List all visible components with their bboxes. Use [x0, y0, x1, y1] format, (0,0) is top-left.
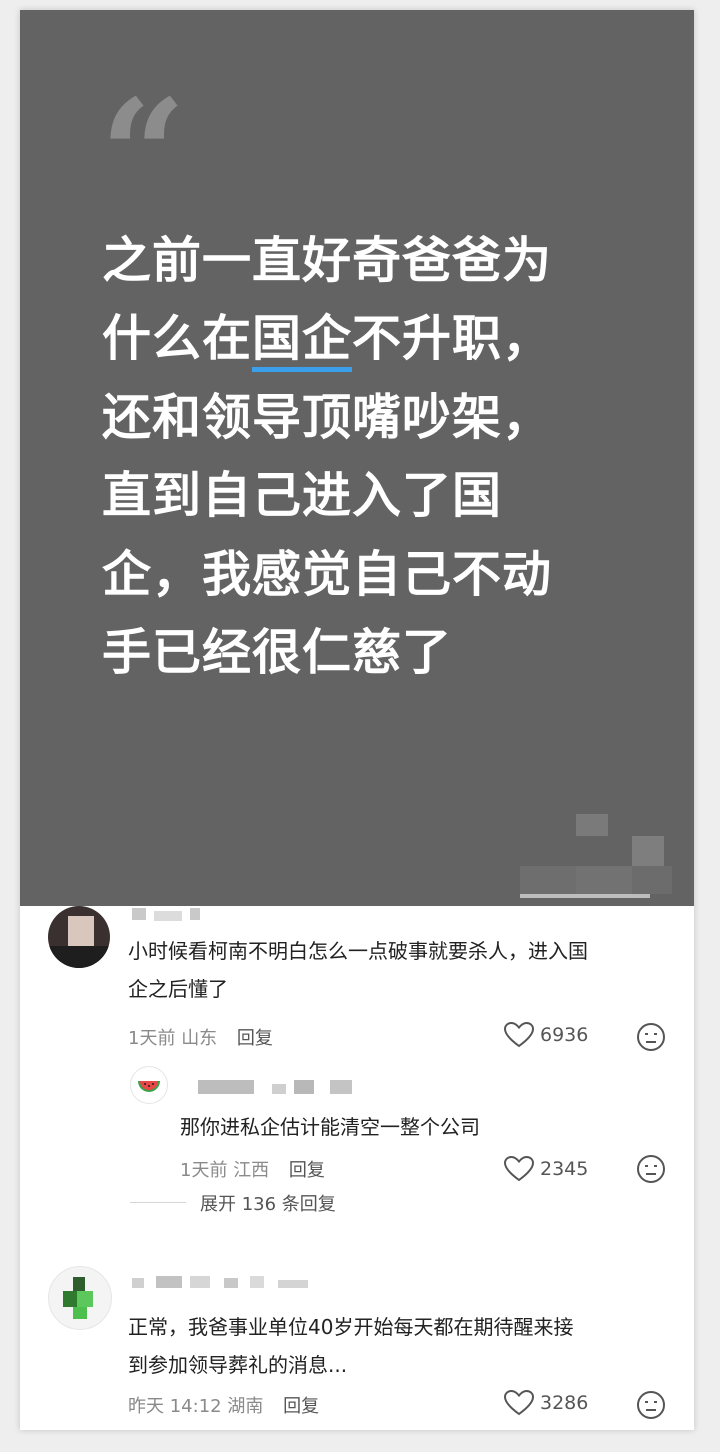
- quote-line-4: 直到自己进入了国: [102, 467, 503, 525]
- avatar[interactable]: [48, 1266, 112, 1330]
- highlighted-keyword[interactable]: 国企: [252, 310, 353, 373]
- reply-button[interactable]: 回复: [289, 1160, 325, 1181]
- comment-meta: 1天前 山东 回复: [128, 1024, 273, 1050]
- dislike-face-icon[interactable]: [636, 1022, 666, 1052]
- comment-time: 昨天 14:12: [128, 1396, 222, 1417]
- quote-line-2: 什么在国企不升职，: [102, 300, 662, 378]
- heart-icon: [504, 1156, 534, 1182]
- comment-text: 小时候看柯南不明白怎么一点破事就要杀人，进入国 企之后懂了: [128, 939, 588, 1001]
- heart-icon: [504, 1022, 534, 1048]
- screenshot-frame: “ 之前一直好奇爸爸为 什么在国企不升职， 还和领导顶嘴吵架， 直到自己进入了国…: [20, 10, 694, 1430]
- quote-line-5: 企，我感觉自己不动: [102, 545, 553, 603]
- heart-icon: [504, 1390, 534, 1416]
- comment-text: 正常，我爸事业单位40岁开始每天都在期待醒来接 到参加领导葬礼的消息...: [128, 1315, 574, 1377]
- reply-item: 那你进私企估计能清空一整个公司 1天前 江西 回复 2345: [20, 1066, 694, 1196]
- post-quote-text: 之前一直好奇爸爸为 什么在国企不升职， 还和领导顶嘴吵架， 直到自己进入了国 企…: [102, 222, 662, 692]
- dislike-face-icon[interactable]: [636, 1154, 666, 1184]
- watermark-mosaic: [520, 810, 694, 906]
- like-count: 6936: [540, 1024, 589, 1046]
- comment-location: 山东: [181, 1028, 218, 1049]
- reply-button[interactable]: 回复: [237, 1028, 273, 1049]
- expand-divider: [130, 1202, 186, 1203]
- reply-meta: 1天前 江西 回复: [180, 1156, 325, 1182]
- reply-button[interactable]: 回复: [283, 1396, 319, 1417]
- like-button[interactable]: 3286: [504, 1390, 588, 1416]
- post-image-card[interactable]: “ 之前一直好奇爸爸为 什么在国企不升职， 还和领导顶嘴吵架， 直到自己进入了国…: [20, 10, 694, 906]
- watermelon-icon: [138, 1080, 160, 1092]
- comment-item: 正常，我爸事业单位40岁开始每天都在期待醒来接 到参加领导葬礼的消息... 昨天…: [20, 1266, 694, 1430]
- like-button[interactable]: 2345: [504, 1156, 588, 1182]
- like-count: 3286: [540, 1392, 589, 1414]
- comment-meta: 昨天 14:12 湖南 回复: [128, 1392, 319, 1418]
- reply-location: 江西: [233, 1160, 270, 1181]
- expand-replies-button[interactable]: 展开 136 条回复: [200, 1190, 336, 1216]
- username-blurred[interactable]: [132, 1276, 322, 1292]
- quote-mark-icon: “: [100, 67, 186, 243]
- username-blurred[interactable]: [132, 908, 212, 924]
- comment-item: 小时候看柯南不明白怎么一点破事就要杀人，进入国 企之后懂了 1天前 山东 回复 …: [20, 906, 694, 1066]
- avatar[interactable]: [48, 906, 110, 968]
- quote-line-6: 手已经很仁慈了: [102, 624, 453, 682]
- comment-location: 湖南: [227, 1396, 264, 1417]
- username-blurred[interactable]: [198, 1080, 358, 1096]
- avatar[interactable]: [130, 1066, 168, 1104]
- like-button[interactable]: 6936: [504, 1022, 588, 1048]
- quote-line-1: 之前一直好奇爸爸为: [102, 232, 553, 289]
- reply-time: 1天前: [180, 1160, 228, 1181]
- reply-text: 那你进私企估计能清空一整个公司: [180, 1115, 480, 1139]
- dislike-face-icon[interactable]: [636, 1390, 666, 1420]
- comment-time: 1天前: [128, 1028, 176, 1049]
- quote-line-3: 还和领导顶嘴吵架，: [102, 388, 553, 446]
- like-count: 2345: [540, 1158, 589, 1180]
